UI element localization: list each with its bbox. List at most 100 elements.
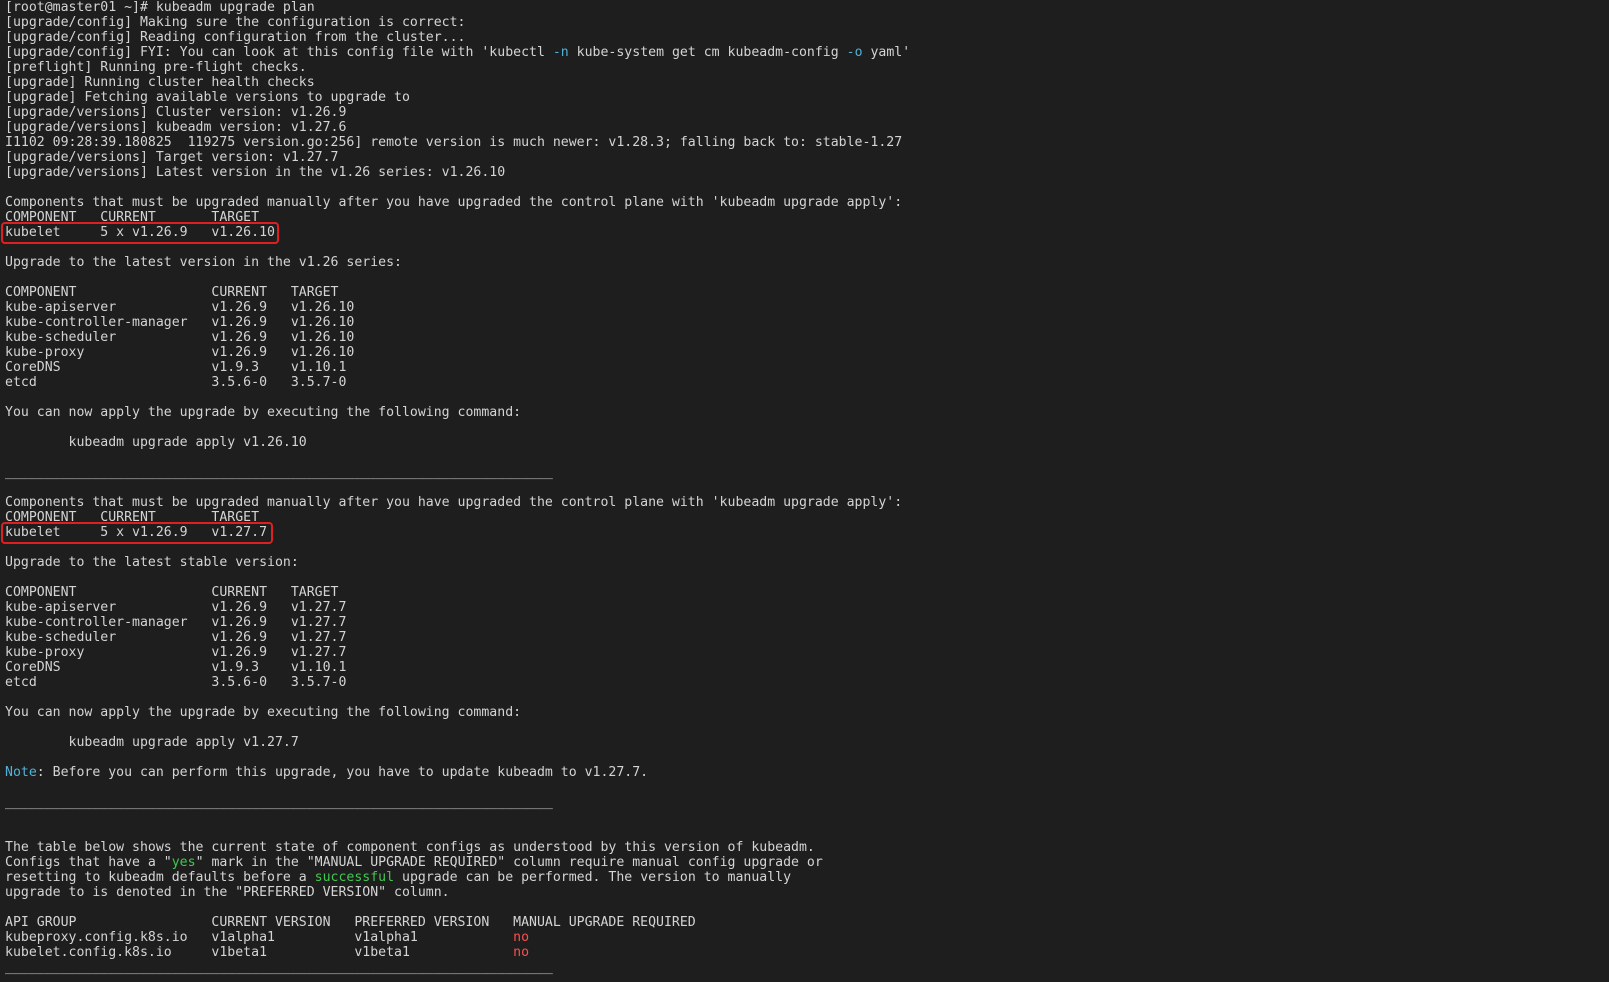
terminal-text: kube-system get cm kubeadm-config: [568, 45, 847, 60]
terminal-line: Upgrade to the latest stable version:: [5, 555, 910, 570]
terminal-text: [upgrade] Fetching available versions to…: [5, 90, 410, 105]
terminal-text: kube-apiserver v1.26.9 v1.26.10: [5, 300, 355, 315]
terminal-text: Components that must be upgraded manuall…: [5, 495, 903, 510]
terminal-text: [upgrade/versions] Latest version in the…: [5, 165, 506, 180]
terminal-line: kube-proxy v1.26.9 v1.27.7: [5, 645, 910, 660]
terminal-line: kube-apiserver v1.26.9 v1.26.10: [5, 300, 910, 315]
terminal-text: ________________________________________…: [5, 465, 553, 480]
terminal-line: You can now apply the upgrade by executi…: [5, 705, 910, 720]
terminal-text: [root@master01 ~]# kubeadm upgrade plan: [5, 0, 315, 15]
terminal-text: [upgrade/versions] kubeadm version: v1.2…: [5, 120, 347, 135]
terminal-line: [upgrade/config] Making sure the configu…: [5, 15, 910, 30]
terminal-text: kubeadm upgrade apply v1.27.7: [5, 735, 299, 750]
terminal-text: Upgrade to the latest version in the v1.…: [5, 255, 402, 270]
terminal-text: API GROUP CURRENT VERSION PREFERRED VERS…: [5, 915, 696, 930]
terminal-line: kube-controller-manager v1.26.9 v1.26.10: [5, 315, 910, 330]
terminal-line: kubeadm upgrade apply v1.26.10: [5, 435, 910, 450]
terminal-output[interactable]: [root@master01 ~]# kubeadm upgrade plan[…: [5, 0, 910, 975]
terminal-text: [upgrade/versions] Cluster version: v1.2…: [5, 105, 347, 120]
terminal-line: kube-apiserver v1.26.9 v1.27.7: [5, 600, 910, 615]
terminal-text: [upgrade/config] Making sure the configu…: [5, 15, 466, 30]
terminal-line: [upgrade/versions] Latest version in the…: [5, 165, 910, 180]
terminal-line: [upgrade] Running cluster health checks: [5, 75, 910, 90]
terminal-line: The table below shows the current state …: [5, 840, 910, 855]
terminal-text: ________________________________________…: [5, 795, 553, 810]
terminal-text: [upgrade] Running cluster health checks: [5, 75, 315, 90]
terminal-text: [upgrade/config] Reading configuration f…: [5, 30, 466, 45]
terminal-text: kube-scheduler v1.26.9 v1.26.10: [5, 330, 355, 345]
terminal-text: upgrade to is denoted in the "PREFERRED …: [5, 885, 450, 900]
terminal-line: kubelet 5 x v1.26.9 v1.26.10: [5, 225, 910, 240]
terminal-text: : Before you can perform this upgrade, y…: [36, 765, 649, 780]
terminal-line: COMPONENT CURRENT TARGET: [5, 210, 910, 225]
terminal-text: etcd 3.5.6-0 3.5.7-0: [5, 675, 347, 690]
terminal-text: ________________________________________…: [5, 960, 553, 975]
terminal-line: [upgrade/config] Reading configuration f…: [5, 30, 910, 45]
terminal-line: [upgrade/versions] Cluster version: v1.2…: [5, 105, 910, 120]
terminal-line: COMPONENT CURRENT TARGET: [5, 585, 910, 600]
terminal-text: kube-scheduler v1.26.9 v1.27.7: [5, 630, 347, 645]
terminal-line: [upgrade/versions] Target version: v1.27…: [5, 150, 910, 165]
terminal-line: Upgrade to the latest version in the v1.…: [5, 255, 910, 270]
terminal-line: COMPONENT CURRENT TARGET: [5, 285, 910, 300]
terminal-line: resetting to kubeadm defaults before a s…: [5, 870, 910, 885]
terminal-text: yaml': [862, 45, 911, 60]
terminal-text: [upgrade/versions] Target version: v1.27…: [5, 150, 339, 165]
terminal-text: COMPONENT CURRENT TARGET: [5, 510, 260, 525]
terminal-line: kubelet.config.k8s.io v1beta1 v1beta1 no: [5, 945, 910, 960]
terminal-text-cyan: Note: [5, 765, 37, 780]
terminal-line: CoreDNS v1.9.3 v1.10.1: [5, 360, 910, 375]
terminal-text: CoreDNS v1.9.3 v1.10.1: [5, 660, 347, 675]
terminal-text: resetting to kubeadm defaults before a: [5, 870, 315, 885]
terminal-text: [preflight] Running pre-flight checks.: [5, 60, 307, 75]
terminal-text: Upgrade to the latest stable version:: [5, 555, 299, 570]
terminal-line: [upgrade/versions] kubeadm version: v1.2…: [5, 120, 910, 135]
terminal-line: You can now apply the upgrade by executi…: [5, 405, 910, 420]
terminal-text-red: no: [513, 930, 530, 945]
terminal-line: API GROUP CURRENT VERSION PREFERRED VERS…: [5, 915, 910, 930]
terminal-line: kubeadm upgrade apply v1.27.7: [5, 735, 910, 750]
terminal-line: kubelet 5 x v1.26.9 v1.27.7: [5, 525, 910, 540]
terminal-line: kube-scheduler v1.26.9 v1.26.10: [5, 330, 910, 345]
terminal-line: Note: Before you can perform this upgrad…: [5, 765, 910, 780]
terminal-text: [upgrade/config] FYI: You can look at th…: [5, 45, 553, 60]
terminal-text: COMPONENT CURRENT TARGET: [5, 285, 339, 300]
terminal-text: kubeproxy.config.k8s.io v1alpha1 v1alpha…: [5, 930, 514, 945]
terminal-text: CoreDNS v1.9.3 v1.10.1: [5, 360, 347, 375]
terminal-text-red: no: [513, 945, 530, 960]
terminal-line: [upgrade/config] FYI: You can look at th…: [5, 45, 910, 60]
terminal-text: I1102 09:28:39.180825 119275 version.go:…: [5, 135, 903, 150]
terminal-line: kube-controller-manager v1.26.9 v1.27.7: [5, 615, 910, 630]
terminal-line: ________________________________________…: [5, 465, 910, 480]
terminal-line: [preflight] Running pre-flight checks.: [5, 60, 910, 75]
terminal-text: kubelet 5 x v1.26.9 v1.26.10: [5, 225, 275, 240]
terminal-line: etcd 3.5.6-0 3.5.7-0: [5, 375, 910, 390]
terminal-text: kube-proxy v1.26.9 v1.27.7: [5, 645, 347, 660]
terminal-line: I1102 09:28:39.180825 119275 version.go:…: [5, 135, 910, 150]
terminal-line: Configs that have a "yes" mark in the "M…: [5, 855, 910, 870]
terminal-line: Components that must be upgraded manuall…: [5, 195, 910, 210]
terminal-text: etcd 3.5.6-0 3.5.7-0: [5, 375, 347, 390]
terminal-text: You can now apply the upgrade by executi…: [5, 705, 522, 720]
terminal-text: Configs that have a ": [5, 855, 172, 870]
terminal-line: Components that must be upgraded manuall…: [5, 495, 910, 510]
terminal-line: kubeproxy.config.k8s.io v1alpha1 v1alpha…: [5, 930, 910, 945]
terminal-text: COMPONENT CURRENT TARGET: [5, 210, 260, 225]
terminal-line: COMPONENT CURRENT TARGET: [5, 510, 910, 525]
terminal-text: kube-apiserver v1.26.9 v1.27.7: [5, 600, 347, 615]
